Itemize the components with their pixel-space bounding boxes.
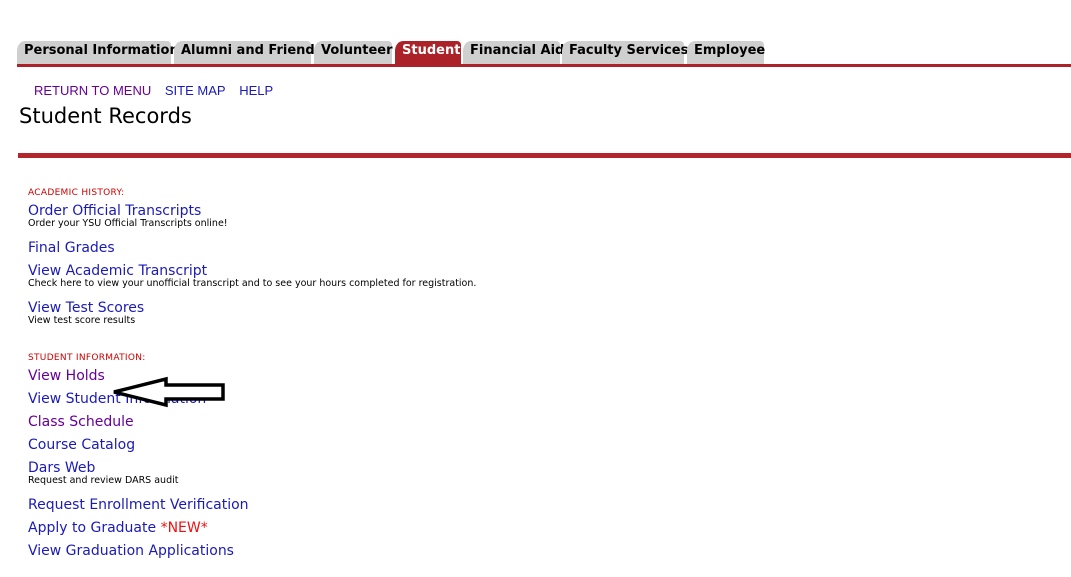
return-to-menu-link[interactable]: RETURN TO MENU — [34, 83, 151, 98]
apply-to-graduate-link[interactable]: Apply to Graduate *NEW* — [28, 517, 1028, 540]
request-enrollment-verification-link[interactable]: Request Enrollment Verification — [28, 494, 1028, 517]
tab-employee[interactable]: Employee — [687, 41, 765, 64]
section-header-academic-history: ACADEMIC HISTORY: — [28, 188, 125, 198]
dars-web-desc: Request and review DARS audit — [28, 475, 179, 486]
final-grades-link[interactable]: Final Grades — [28, 237, 1028, 260]
tab-personal-information[interactable]: Personal Information — [17, 41, 179, 64]
top-nav-links: RETURN TO MENU SITE MAP HELP — [34, 83, 283, 98]
help-link[interactable]: HELP — [239, 83, 273, 98]
tab-bar-underline — [17, 64, 1071, 67]
main-tab-bar: Personal Information Alumni and Friends … — [17, 41, 1071, 65]
order-official-transcripts-desc: Order your YSU Official Transcripts onli… — [28, 218, 228, 229]
page-title: Student Records — [19, 104, 192, 128]
site-map-link[interactable]: SITE MAP — [165, 83, 226, 98]
tab-student[interactable]: Student — [395, 41, 461, 64]
apply-to-graduate-label: Apply to Graduate — [28, 520, 157, 536]
tab-alumni-and-friends[interactable]: Alumni and Friends — [174, 41, 322, 64]
course-catalog-link[interactable]: Course Catalog — [28, 434, 1028, 457]
tab-financial-aid[interactable]: Financial Aid — [463, 41, 564, 64]
view-academic-transcript-desc: Check here to view your unofficial trans… — [28, 278, 477, 289]
view-graduation-applications-link[interactable]: View Graduation Applications — [28, 540, 1028, 563]
arrow-left-icon — [113, 376, 225, 408]
tab-volunteer[interactable]: Volunteer — [314, 41, 393, 64]
view-test-scores-desc: View test score results — [28, 315, 136, 326]
section-header-student-information: STUDENT INFORMATION: — [28, 353, 146, 363]
new-badge: *NEW* — [160, 520, 208, 536]
header-divider — [18, 153, 1071, 158]
class-schedule-link[interactable]: Class Schedule — [28, 411, 1028, 434]
tab-faculty-services[interactable]: Faculty Services — [562, 41, 688, 64]
menu-content: ACADEMIC HISTORY: Order Official Transcr… — [28, 186, 1028, 563]
